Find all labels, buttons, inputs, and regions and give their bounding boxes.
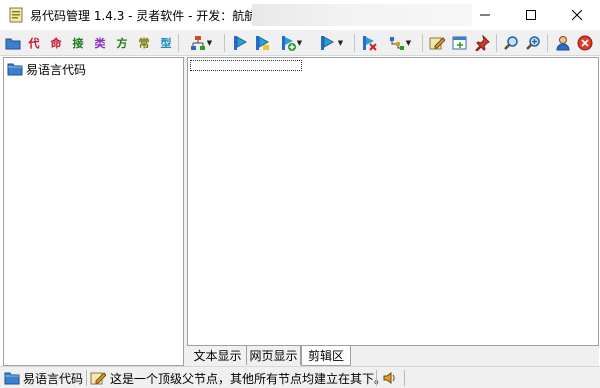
search-icon	[504, 36, 518, 50]
chevron-down-icon: ▼	[337, 39, 344, 47]
toolbar-char-jie[interactable]: 接	[70, 33, 86, 53]
open-folder-button[interactable]	[4, 33, 22, 53]
user-button[interactable]	[553, 33, 573, 53]
toolbar-char-label: 代	[28, 37, 40, 50]
status-current-node: 易语言代码	[4, 369, 83, 387]
exit-button[interactable]	[575, 33, 595, 53]
toolbar-char-dai[interactable]: 代	[26, 33, 42, 53]
status-divider	[376, 370, 377, 386]
minimize-button[interactable]	[462, 0, 508, 30]
minimize-icon	[480, 14, 490, 16]
node-move-icon	[320, 36, 334, 50]
window-title: 易代码管理 1.4.3 - 灵者软件 - 开发：航航 -	[30, 9, 265, 23]
node-list-icon	[389, 37, 404, 50]
code-editor[interactable]	[187, 57, 599, 346]
toolbar-char-label: 命	[50, 37, 62, 50]
toolbar-char-label: 型	[160, 37, 172, 50]
add-node-button[interactable]	[230, 33, 250, 53]
maximize-button[interactable]	[508, 0, 554, 30]
toolbar-char-label: 方	[116, 37, 128, 50]
user-icon	[556, 36, 570, 51]
new-window-button[interactable]	[450, 33, 470, 53]
close-button[interactable]	[554, 0, 600, 30]
tree-structure-icon	[190, 36, 205, 50]
speaker-icon	[383, 372, 395, 384]
status-message-text: 这是一个顶级父节点，其他所有节点均建立在其下。	[110, 371, 387, 386]
toolbar-char-label: 接	[72, 37, 84, 50]
tree-node-label: 易语言代码	[26, 62, 87, 77]
search-next-button[interactable]	[523, 33, 543, 53]
toolbar-separator	[354, 34, 355, 52]
sound-button[interactable]	[382, 369, 398, 387]
toolbar-char-chang[interactable]: 常	[136, 33, 152, 53]
node-delete-icon	[363, 36, 377, 51]
folder-icon	[5, 38, 21, 50]
window-add-icon	[452, 36, 467, 50]
toolbar-separator	[547, 34, 548, 52]
toolbar-char-label: 常	[138, 37, 150, 50]
exit-icon	[577, 35, 593, 51]
insert-node-dropdown[interactable]: ▼	[274, 33, 308, 53]
chevron-down-icon: ▼	[296, 39, 303, 47]
toolbar-separator	[224, 34, 225, 52]
editor-focus-indicator	[190, 60, 302, 71]
node-flag-child-icon	[256, 36, 270, 50]
toolbar-separator	[496, 34, 497, 52]
folder-icon	[7, 63, 23, 76]
status-divider	[404, 370, 405, 386]
status-node-label: 易语言代码	[23, 371, 84, 386]
close-icon	[572, 10, 582, 20]
title-redacted-area	[252, 4, 472, 26]
toolbar-separator	[178, 34, 179, 52]
code-tree[interactable]: 易语言代码	[3, 57, 184, 366]
status-message: 这是一个顶级父节点，其他所有节点均建立在其下。	[90, 369, 386, 387]
node-options-dropdown[interactable]: ▼	[382, 33, 418, 53]
title-bar: 易代码管理 1.4.3 - 灵者软件 - 开发：航航 -	[0, 0, 600, 30]
edit-icon	[90, 372, 106, 385]
tree-node-root[interactable]: 易语言代码	[7, 61, 86, 77]
status-bar: 易语言代码 这是一个顶级父节点，其他所有节点均建立在其下。	[0, 366, 600, 388]
tree-structure-dropdown[interactable]: ▼	[183, 33, 219, 53]
tab-web-view[interactable]: 网页显示	[247, 346, 301, 365]
toolbar-char-lei[interactable]: 类	[92, 33, 108, 53]
toolbar-char-xing[interactable]: 型	[158, 33, 174, 53]
search-button[interactable]	[501, 33, 521, 53]
folder-icon	[4, 372, 20, 385]
pin-button[interactable]	[472, 33, 492, 53]
toolbar-separator	[422, 34, 423, 52]
search-next-icon	[526, 36, 540, 50]
node-add-icon	[281, 36, 296, 51]
edit-icon	[429, 37, 445, 50]
pin-icon	[475, 35, 490, 51]
chevron-down-icon: ▼	[405, 39, 412, 47]
add-child-node-button[interactable]	[252, 33, 272, 53]
toolbar-char-ming[interactable]: 命	[48, 33, 64, 53]
node-flag-icon	[234, 36, 248, 50]
edit-button[interactable]	[427, 33, 447, 53]
toolbar-char-label: 类	[94, 37, 106, 50]
toolbar-char-fang[interactable]: 方	[114, 33, 130, 53]
tab-clipboard[interactable]: 剪辑区	[301, 346, 351, 366]
status-divider	[86, 370, 87, 386]
tab-text-view[interactable]: 文本显示	[189, 346, 247, 365]
move-node-dropdown[interactable]: ▼	[312, 33, 350, 53]
delete-node-button[interactable]	[359, 33, 379, 53]
chevron-down-icon: ▼	[206, 39, 213, 47]
toolbar: 代 命 接 类 方 常 型 ▼ ▼ ▼ ▼	[0, 30, 600, 56]
view-tabs: 文本显示 网页显示 剪辑区	[187, 346, 599, 366]
maximize-icon	[526, 10, 536, 20]
app-icon	[8, 7, 24, 23]
